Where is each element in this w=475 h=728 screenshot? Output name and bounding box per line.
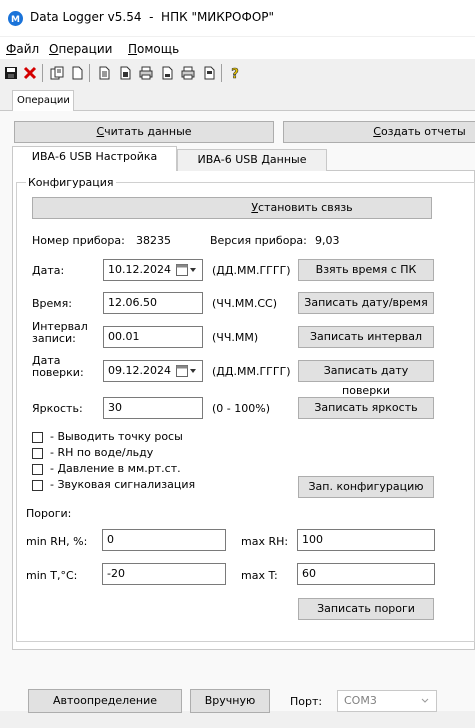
version-value: 9,03 [315, 234, 340, 247]
app-logo-icon: M [8, 11, 23, 26]
min-t-input[interactable]: -20 [102, 563, 226, 585]
toolbar-separator [89, 64, 90, 82]
read-data-button[interactable]: Считать данные [14, 121, 274, 143]
save-icon[interactable] [2, 64, 20, 82]
report-icon[interactable] [200, 64, 218, 82]
interval-input[interactable]: 00.01 [103, 326, 203, 348]
write-thresholds-button[interactable]: Записать пороги [298, 598, 434, 620]
verify-date-picker[interactable]: 09.12.2024 [103, 360, 203, 382]
rh-water-ice-checkbox[interactable] [32, 448, 43, 459]
dew-point-label: - Выводить точку росы [50, 430, 183, 443]
calendar-dropdown-icon[interactable] [176, 264, 198, 277]
svg-text:M: M [11, 15, 20, 25]
date-label: Дата: [32, 264, 65, 277]
menu-operations[interactable]: Операции [49, 42, 112, 56]
help-icon[interactable]: ? [226, 64, 244, 82]
new-file-icon[interactable] [68, 64, 86, 82]
min-rh-label: min RH, %: [26, 535, 88, 548]
device-number-label: Номер прибора: [32, 234, 125, 247]
document-alt-icon[interactable] [116, 64, 134, 82]
version-label: Версия прибора: [210, 234, 307, 247]
min-rh-input[interactable]: 0 [102, 529, 226, 551]
chevron-down-icon [420, 691, 430, 718]
brightness-input[interactable]: 30 [103, 397, 203, 419]
interval-format-hint: (ЧЧ.ММ) [212, 331, 259, 344]
print-preview-icon[interactable] [158, 64, 176, 82]
svg-text:?: ? [231, 67, 239, 80]
take-pc-time-button[interactable]: Взять время с ПК [298, 259, 434, 281]
tab-operations[interactable]: Операции [12, 90, 74, 111]
verify-date-format-hint: (ДД.ММ.ГГГГ) [212, 365, 291, 378]
menu-file[interactable]: Файл [6, 42, 39, 56]
calendar-dropdown-icon[interactable] [176, 365, 198, 378]
interval-label: Интервал записи: [32, 320, 88, 345]
tab-iva6-data[interactable]: ИВА-6 USB Данные [177, 149, 327, 171]
write-brightness-button[interactable]: Записать яркость [298, 397, 434, 419]
max-t-label: max T: [241, 569, 278, 582]
printer-alt-icon[interactable] [179, 64, 197, 82]
sound-alarm-label: - Звуковая сигнализация [50, 478, 196, 491]
write-datetime-button[interactable]: Записать дату/время [298, 292, 434, 314]
printer-icon[interactable] [137, 64, 155, 82]
thresholds-title: Пороги: [26, 507, 72, 520]
min-t-label: min T,°C: [26, 569, 78, 582]
time-label: Время: [32, 297, 72, 310]
port-select[interactable]: COM3 [337, 690, 437, 712]
toolbar-separator [42, 64, 43, 82]
write-config-button[interactable]: Зап. конфигурацию [298, 476, 434, 498]
max-t-input[interactable]: 60 [297, 563, 435, 585]
pressure-mmhg-label: - Давление в мм.рт.ст. [50, 462, 181, 475]
device-number-value: 38235 [136, 234, 171, 247]
auto-detect-button[interactable]: Автоопределение [28, 689, 182, 713]
config-group-title: Конфигурация [26, 176, 116, 189]
menu-help[interactable]: Помощь [128, 42, 179, 56]
date-picker[interactable]: 10.12.2024 [103, 259, 203, 281]
max-rh-input[interactable]: 100 [297, 529, 435, 551]
tab-iva6-settings[interactable]: ИВА-6 USB Настройка [12, 146, 177, 171]
copy-icon[interactable] [48, 64, 66, 82]
port-label: Порт: [290, 695, 323, 708]
brightness-label: Яркость: [32, 402, 83, 415]
write-interval-button[interactable]: Записать интервал [298, 326, 434, 348]
time-format-hint: (ЧЧ.ММ.СС) [212, 297, 278, 310]
pressure-mmhg-checkbox[interactable] [32, 464, 43, 475]
date-format-hint: (ДД.ММ.ГГГГ) [212, 264, 291, 277]
close-x-icon[interactable] [21, 64, 39, 82]
brightness-range-hint: (0 - 100%) [212, 402, 270, 415]
manual-button[interactable]: Вручную [190, 689, 270, 713]
connect-button[interactable]: Установить связь [32, 197, 432, 219]
rh-water-ice-label: - RH по воде/льду [50, 446, 154, 459]
max-rh-label: max RH: [241, 535, 289, 548]
write-verify-date-button[interactable]: Записать дату поверки [298, 360, 434, 397]
window-title: Data Logger v5.54 - НПК "МИКРОФОР" [30, 10, 275, 24]
toolbar-separator [221, 64, 222, 82]
time-input[interactable]: 12.06.50 [103, 292, 203, 314]
sound-alarm-checkbox[interactable] [32, 480, 43, 491]
document-icon[interactable] [95, 64, 113, 82]
create-reports-button[interactable]: Создать отчеты [283, 121, 475, 143]
dew-point-checkbox[interactable] [32, 432, 43, 443]
verify-date-label: Дата поверки: [32, 354, 84, 379]
